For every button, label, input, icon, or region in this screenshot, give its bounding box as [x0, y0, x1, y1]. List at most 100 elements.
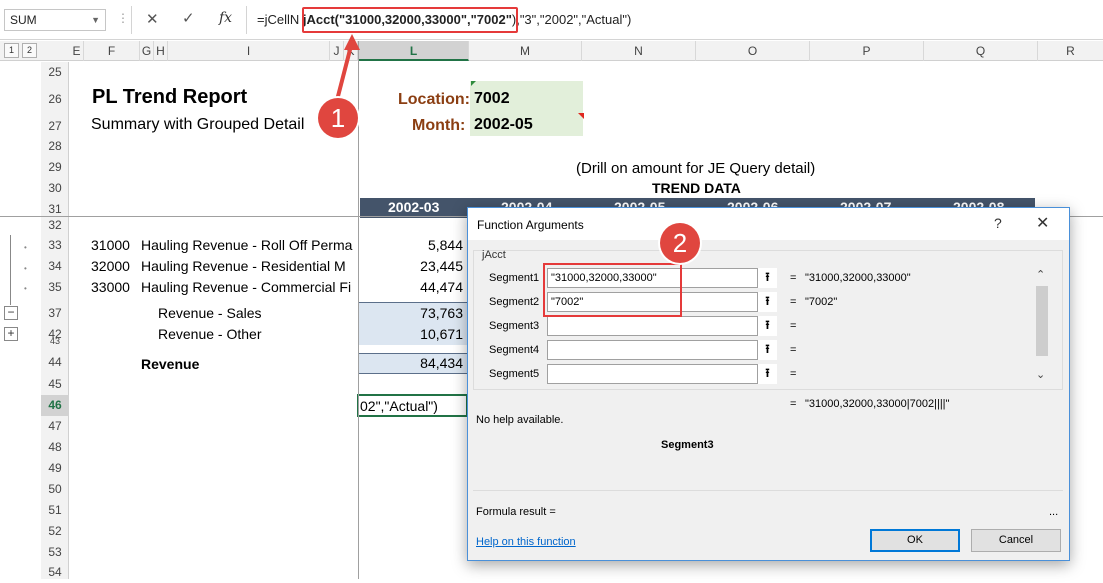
outline-level-button[interactable]: 1	[4, 43, 19, 58]
column-header[interactable]: O	[696, 41, 810, 61]
enter-icon[interactable]: ✓	[182, 9, 195, 27]
report-title: PL Trend Report	[92, 86, 248, 108]
collapse-dialog-icon[interactable]: ⭱	[757, 268, 777, 288]
collapse-group-button[interactable]: −	[4, 306, 18, 320]
divider	[131, 6, 132, 34]
insert-function-icon[interactable]: fx	[219, 10, 232, 26]
column-header[interactable]: G	[140, 41, 154, 61]
row-header[interactable]: 37	[41, 303, 69, 324]
row-header[interactable]: 52	[41, 521, 69, 542]
column-header[interactable]: F	[84, 41, 140, 61]
arg-label: Segment5	[489, 368, 540, 380]
row-header[interactable]: 30	[41, 178, 69, 198]
row-header[interactable]: 51	[41, 500, 69, 521]
dialog-title: Function Arguments	[477, 218, 584, 232]
chevron-down-icon[interactable]: ▼	[91, 10, 100, 30]
equals-sign: =	[790, 344, 797, 356]
segment4-input[interactable]	[547, 340, 777, 360]
column-header[interactable]: E	[70, 41, 84, 61]
trend-header: TREND DATA	[652, 180, 741, 196]
amount-cell[interactable]: 10,671	[360, 326, 463, 342]
column-header[interactable]: H	[154, 41, 168, 61]
amount-cell[interactable]: 44,474	[360, 279, 463, 295]
help-icon[interactable]: ?	[994, 215, 1002, 231]
column-header[interactable]: I	[168, 41, 330, 61]
function-arguments-dialog: Function Arguments ? ✕ jAcct Segment1 "3…	[467, 207, 1070, 561]
outline-bracket	[10, 235, 11, 305]
chevron-down-icon[interactable]: ⌄	[1036, 368, 1045, 381]
outline-gutter: • • • − +	[0, 62, 40, 579]
amount-cell[interactable]: 5,844	[360, 237, 463, 253]
total-amount[interactable]: 84,434	[360, 355, 463, 371]
active-cell[interactable]: 02","Actual")	[357, 394, 468, 417]
row-header[interactable]: 33	[41, 235, 69, 256]
account-description: Hauling Revenue - Roll Off Perma	[141, 237, 353, 253]
cancel-icon[interactable]: ✕	[146, 10, 159, 28]
ok-button[interactable]: OK	[870, 529, 960, 552]
column-header[interactable]: N	[582, 41, 696, 61]
row-header[interactable]: 29	[41, 156, 69, 178]
row-header[interactable]: 26	[41, 82, 69, 116]
row-header[interactable]: 31	[41, 198, 69, 218]
column-header[interactable]: Q	[924, 41, 1038, 61]
row-header[interactable]: 35	[41, 277, 69, 298]
row-header[interactable]: 43	[41, 337, 69, 345]
outline-dot: •	[24, 264, 27, 273]
amount-cell[interactable]: 73,763	[360, 305, 463, 321]
collapse-dialog-icon[interactable]: ⭱	[757, 316, 777, 336]
function-name: jAcct	[482, 249, 506, 261]
formula-suffix: ),"3","2002","Actual")	[511, 12, 632, 27]
column-header[interactable]: M	[469, 41, 582, 61]
row-header-bar: 25 26 27 28 29 30 31 32 33 34 35 37 42 4…	[41, 62, 69, 579]
equals-sign: =	[790, 296, 797, 308]
chevron-up-icon[interactable]: ⌃	[1036, 268, 1045, 281]
outline-level-button[interactable]: 2	[22, 43, 37, 58]
dialog-titlebar: Function Arguments ? ✕	[468, 208, 1069, 240]
row-header[interactable]: 54	[41, 562, 69, 579]
collapse-dialog-icon[interactable]: ⭱	[757, 340, 777, 360]
close-icon[interactable]: ✕	[1036, 213, 1049, 233]
row-header-active[interactable]: 46	[41, 395, 69, 416]
row-header[interactable]: 49	[41, 458, 69, 479]
name-box[interactable]: SUM ▼	[4, 9, 106, 31]
cancel-button[interactable]: Cancel	[971, 529, 1061, 552]
row-header[interactable]: 53	[41, 542, 69, 563]
row-header[interactable]: 28	[41, 136, 69, 156]
row-header[interactable]: 50	[41, 479, 69, 500]
location-value[interactable]: 7002	[474, 90, 510, 108]
comment-indicator	[471, 81, 476, 86]
amount-cell[interactable]: 23,445	[360, 258, 463, 274]
summary-description: Revenue - Other	[158, 326, 262, 342]
row-header[interactable]: 34	[41, 256, 69, 277]
segment3-input[interactable]	[547, 316, 777, 336]
row-header[interactable]: 47	[41, 416, 69, 437]
formula-bar: SUM ▼ ⋮ ✕ ✓ fx =jCellN jAcct("31000,3200…	[0, 0, 1103, 40]
row-header[interactable]: 45	[41, 374, 69, 395]
divider	[473, 490, 1063, 491]
scrollbar-thumb[interactable]	[1036, 286, 1048, 356]
column-header[interactable]: P	[810, 41, 924, 61]
drill-note: (Drill on amount for JE Query detail)	[576, 160, 816, 177]
row-header[interactable]: 32	[41, 218, 69, 232]
month-value[interactable]: 2002-05	[474, 116, 533, 134]
row-header[interactable]: 48	[41, 437, 69, 458]
arguments-scrollbar[interactable]: ⌃ ⌄	[1034, 268, 1050, 386]
outline-dot: •	[24, 284, 27, 293]
divider	[246, 6, 247, 34]
column-header[interactable]: R	[1038, 41, 1103, 61]
callout-badge: 1	[318, 98, 358, 138]
help-link[interactable]: Help on this function	[476, 536, 576, 548]
account-description: Hauling Revenue - Residential M	[141, 258, 346, 274]
name-box-value: SUM	[10, 13, 37, 27]
segment5-input[interactable]	[547, 364, 777, 384]
formula-prefix: =jCellN	[257, 12, 300, 27]
arg-label: Segment1	[489, 272, 540, 284]
collapse-dialog-icon[interactable]: ⭱	[757, 364, 777, 384]
collapse-dialog-icon[interactable]: ⭱	[757, 292, 777, 312]
account-code: 31000	[91, 237, 130, 253]
expand-group-button[interactable]: +	[4, 327, 18, 341]
row-header[interactable]: 25	[41, 62, 69, 82]
arg-label: Segment3	[489, 320, 540, 332]
row-header[interactable]: 27	[41, 116, 69, 136]
row-header[interactable]: 44	[41, 352, 69, 373]
